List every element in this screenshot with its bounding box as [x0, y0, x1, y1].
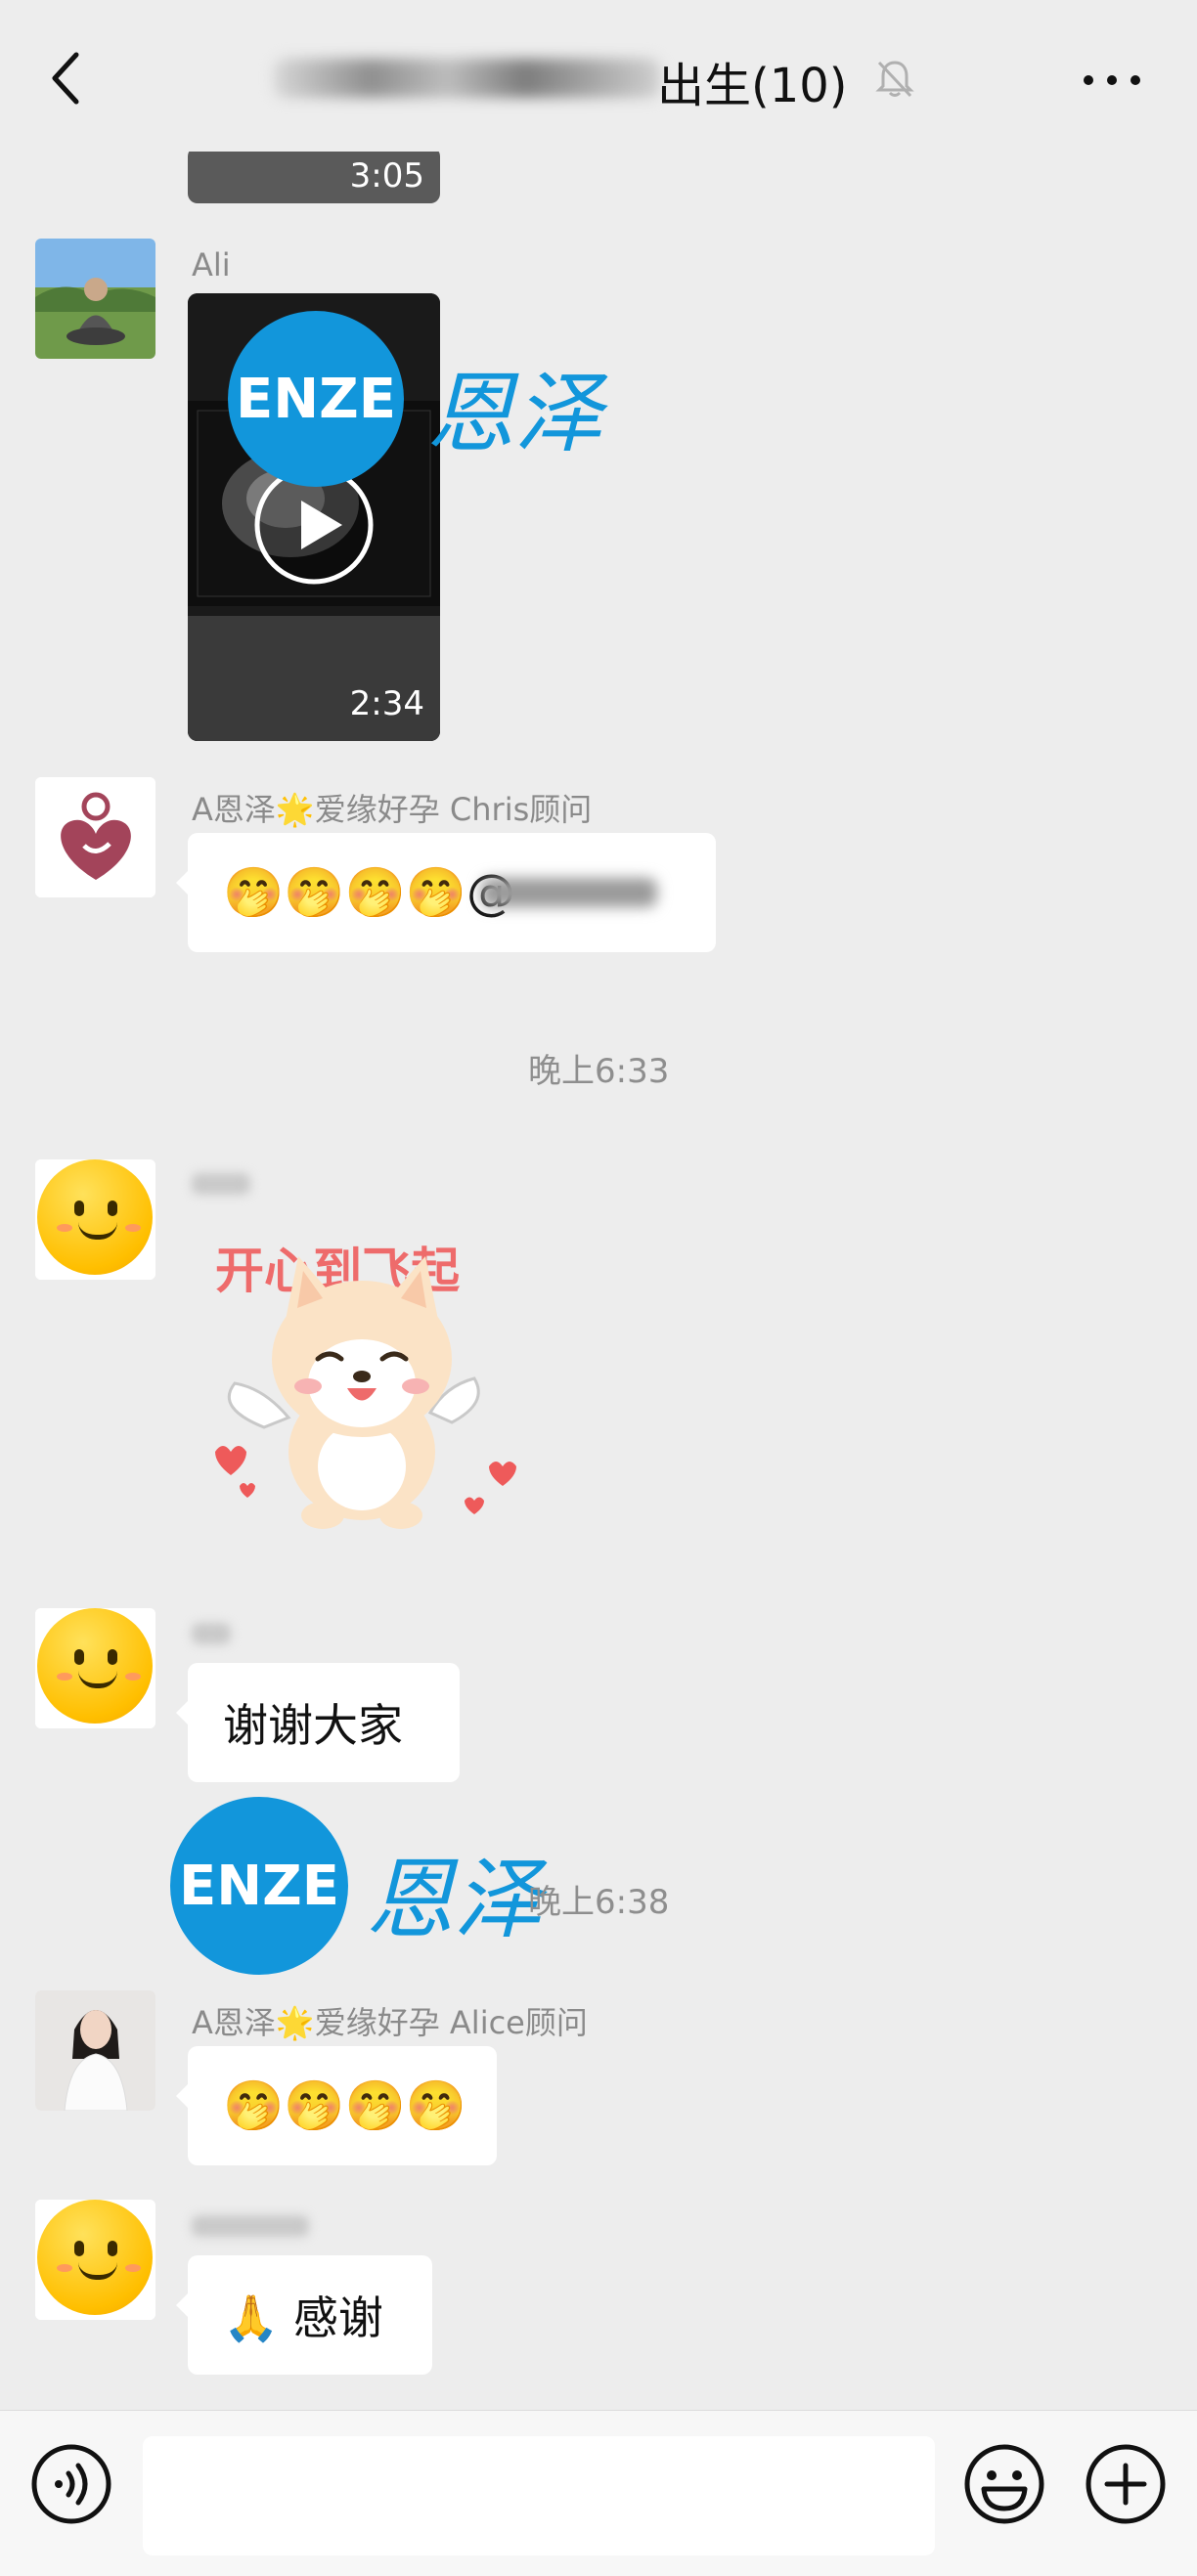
redacted-title-part	[274, 59, 660, 98]
timestamp: 晚上6:33	[528, 1052, 670, 1091]
message-text: 🤭🤭🤭🤭	[223, 2076, 467, 2134]
more-dots-icon[interactable]	[1076, 53, 1148, 102]
smiley-avatar-image	[35, 2200, 155, 2320]
plus-icon[interactable]	[1084, 2442, 1168, 2526]
watermark-logo: ENZE	[170, 1797, 348, 1975]
smiley-avatar-image	[35, 1159, 155, 1280]
sender-name: A恩泽🌟爱缘好孕 Alice顾问	[192, 2004, 588, 2041]
avatar[interactable]	[35, 239, 155, 359]
chevron-left-icon[interactable]	[47, 49, 86, 108]
redacted-mention	[481, 878, 657, 907]
sticker-message[interactable]: 开心到飞起	[196, 1212, 538, 1564]
message-text: 谢谢大家	[223, 1699, 403, 1752]
text-message[interactable]: 谢谢大家	[176, 1663, 460, 1782]
person-avatar-image	[35, 1990, 155, 2111]
avatar[interactable]	[35, 1990, 155, 2111]
text-message[interactable]: 🤭🤭🤭🤭	[176, 2046, 497, 2165]
input-bar	[0, 2410, 1197, 2576]
emoji-icon[interactable]	[962, 2442, 1046, 2526]
video-message[interactable]: 3:05	[188, 147, 440, 203]
chat-header: 出生(10)	[0, 0, 1197, 152]
chat-title: 出生(10)	[274, 41, 919, 113]
redacted-sender-name	[192, 1623, 231, 1644]
sender-name: A恩泽🌟爱缘好孕 Chris顾问	[192, 791, 593, 828]
text-message[interactable]: 🤭🤭🤭🤭@	[176, 833, 716, 952]
message-text: 🙏 感谢	[223, 2292, 383, 2344]
watermark-text: 恩泽	[366, 1849, 542, 1951]
chat-title-text: 出生(10)	[657, 59, 848, 113]
redacted-sender-name	[192, 2215, 309, 2237]
redacted-sender-name	[192, 1173, 250, 1195]
smiley-avatar-image	[35, 1608, 155, 1728]
avatar[interactable]	[35, 1608, 155, 1728]
flying-dog-sticker	[215, 1256, 516, 1529]
watermark-text: 恩泽	[426, 363, 602, 465]
avatar[interactable]	[35, 2200, 155, 2320]
landscape-avatar-image	[35, 239, 155, 359]
timestamp: 晚上6:38	[528, 1883, 670, 1922]
voice-icon[interactable]	[29, 2442, 113, 2526]
avatar[interactable]	[35, 777, 155, 897]
watermark-logo: ENZE	[228, 311, 404, 487]
sender-name: Ali	[192, 246, 231, 284]
bell-off-icon	[875, 61, 914, 98]
heart-logo-avatar	[35, 777, 155, 897]
avatar[interactable]	[35, 1159, 155, 1280]
video-duration: 2:34	[349, 684, 424, 723]
text-message[interactable]: 🙏 感谢	[176, 2255, 432, 2375]
message-input[interactable]	[143, 2436, 935, 2555]
message-text: 🤭🤭🤭🤭@	[223, 863, 516, 921]
video-duration: 3:05	[349, 156, 424, 196]
